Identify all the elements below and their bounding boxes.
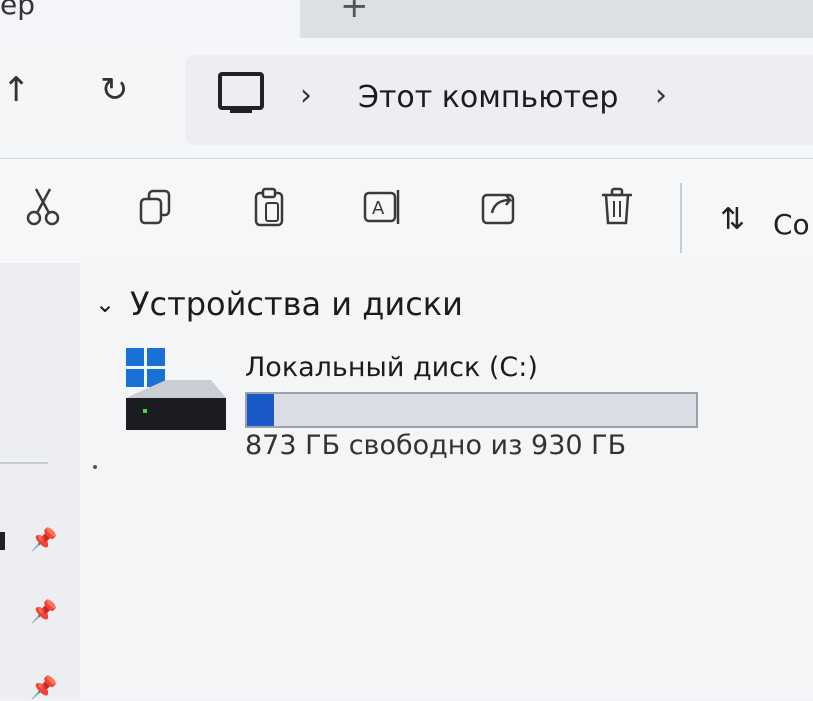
rename-icon[interactable]: A [360,185,404,229]
sidebar-item-edge [0,532,5,550]
copy-icon[interactable] [135,185,179,229]
refresh-button[interactable]: ↻ [100,70,129,110]
up-button[interactable]: ↑ [2,70,31,110]
drive-icon[interactable] [126,380,226,430]
sort-icon[interactable]: ⇅ [720,202,745,237]
chevron-down-icon[interactable]: ⌄ [95,290,115,318]
resize-dot [93,465,97,469]
cut-icon[interactable] [22,185,66,229]
sort-button-label[interactable]: Со [773,208,810,241]
pin-icon[interactable]: 📌 [30,676,57,701]
drive-led [143,409,147,413]
pin-icon[interactable]: 📌 [30,528,57,553]
chevron-right-icon[interactable]: › [300,78,312,113]
drive-name[interactable]: Локальный диск (C:) [245,352,538,383]
tab-title: ер [0,0,35,21]
share-icon[interactable] [478,185,522,229]
drive-usage-fill [247,394,275,426]
paste-icon[interactable] [248,185,292,229]
drive-usage-bar [245,392,698,428]
pin-icon[interactable]: 📌 [30,600,57,625]
chevron-right-icon[interactable]: › [655,78,667,113]
breadcrumb-this-pc[interactable]: Этот компьютер [358,80,618,115]
monitor-stand [230,108,252,113]
group-title[interactable]: Устройства и диски [130,285,463,323]
new-tab-button[interactable]: + [340,0,369,26]
sidebar-divider [0,462,48,464]
command-bar [0,158,813,264]
delete-icon[interactable] [596,185,640,229]
this-pc-icon [218,72,264,110]
active-tab[interactable]: ер [0,0,300,38]
svg-text:A: A [372,198,385,219]
toolbar-divider [680,183,682,253]
tab-bar: ер + [0,0,813,38]
drive-free-space: 873 ГБ свободно из 930 ГБ [245,430,627,461]
content-pane [80,263,813,699]
navigation-pane [0,263,80,699]
